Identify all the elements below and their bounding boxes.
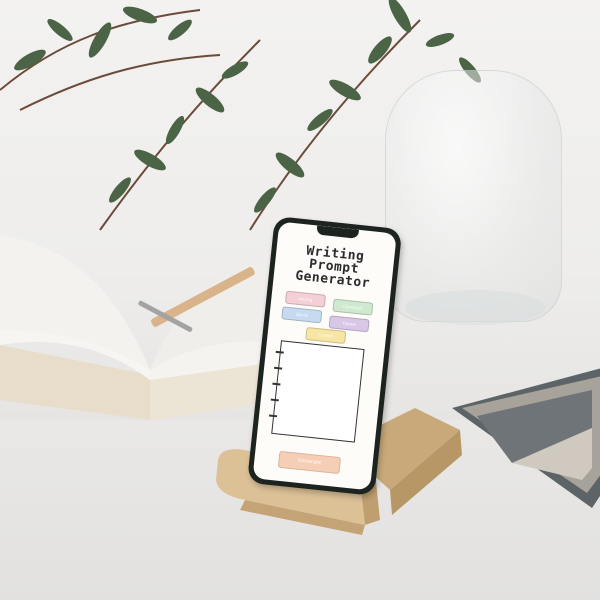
- notebook-ring: [270, 398, 279, 402]
- notebook-ring: [269, 414, 278, 418]
- smartphone: Writing Prompt Generator Setting Charact…: [246, 210, 420, 500]
- phone-notch: [316, 225, 360, 239]
- vase-base: [405, 290, 545, 325]
- category-button-character[interactable]: Character: [332, 298, 374, 316]
- notebook-ring: [275, 350, 284, 354]
- app-screen: Writing Prompt Generator Setting Charact…: [252, 221, 397, 491]
- category-button-conflict[interactable]: Conflict: [305, 326, 347, 345]
- magazine-stack: [452, 368, 600, 508]
- prompt-output-notebook: [269, 340, 365, 443]
- phone-body: Writing Prompt Generator Setting Charact…: [246, 216, 403, 496]
- notebook-ring: [272, 382, 281, 386]
- scene: Writing Prompt Generator Setting Charact…: [0, 0, 600, 600]
- category-button-setting[interactable]: Setting: [284, 290, 327, 308]
- generate-button[interactable]: Generate: [277, 450, 342, 475]
- category-button-genre[interactable]: Genre: [281, 306, 323, 324]
- notebook-ring: [274, 366, 283, 370]
